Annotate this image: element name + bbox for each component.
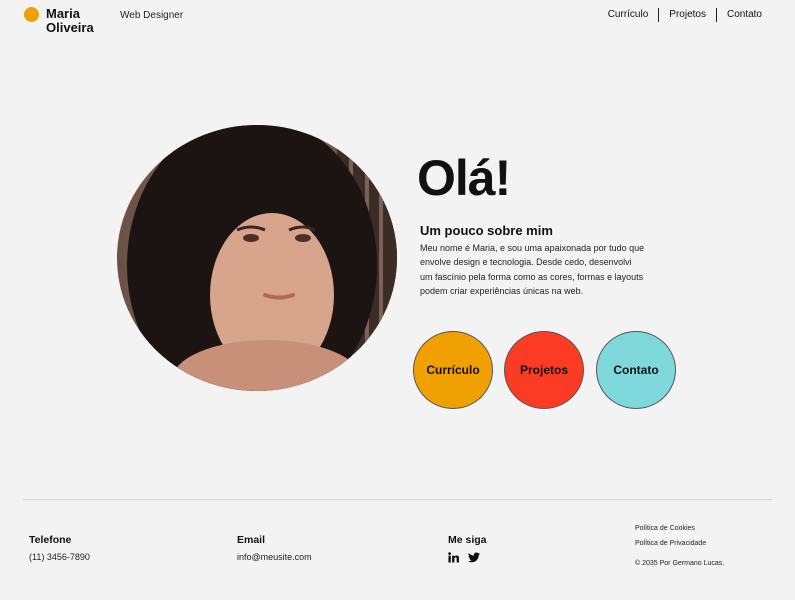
nav-link-curriculo[interactable]: Currículo (598, 8, 659, 22)
contato-button[interactable]: Contato (596, 331, 676, 409)
footer-legal: Política de Cookies Política de Privacid… (635, 522, 724, 572)
phone-value: (11) 3456-7890 (29, 552, 90, 562)
top-nav: Currículo Projetos Contato (598, 8, 762, 22)
nav-link-contato[interactable]: Contato (717, 8, 762, 22)
privacy-link[interactable]: Política de Privacidade (635, 537, 724, 552)
email-value[interactable]: info@meusite.com (237, 552, 312, 562)
brand-role: Web Designer (120, 10, 184, 21)
phone-title: Telefone (29, 534, 72, 546)
social-icons (448, 552, 487, 563)
cookies-link[interactable]: Política de Cookies (635, 522, 724, 537)
footer-divider (23, 499, 772, 500)
about-title: Um pouco sobre mim (420, 223, 553, 238)
nav-link-projetos[interactable]: Projetos (659, 8, 716, 22)
social-title: Me siga (448, 534, 487, 546)
brand-name[interactable]: Maria Oliveira (46, 7, 106, 35)
footer-email: Email info@meusite.com (237, 534, 312, 562)
greeting-heading: Olá! (417, 150, 511, 206)
projetos-button[interactable]: Projetos (504, 331, 584, 409)
profile-photo (117, 125, 397, 391)
footer-phone: Telefone (11) 3456-7890 (29, 534, 90, 562)
brand-logo-dot (24, 7, 39, 22)
email-title: Email (237, 534, 266, 546)
footer-social: Me siga (448, 534, 487, 563)
twitter-icon[interactable] (468, 552, 480, 563)
linkedin-icon[interactable] (448, 552, 459, 563)
copyright: © 2035 Por Germano Lucas. (635, 560, 725, 567)
curriculo-button[interactable]: Currículo (413, 331, 493, 409)
about-text: Meu nome é Maria, e sou uma apaixonada p… (420, 243, 645, 296)
